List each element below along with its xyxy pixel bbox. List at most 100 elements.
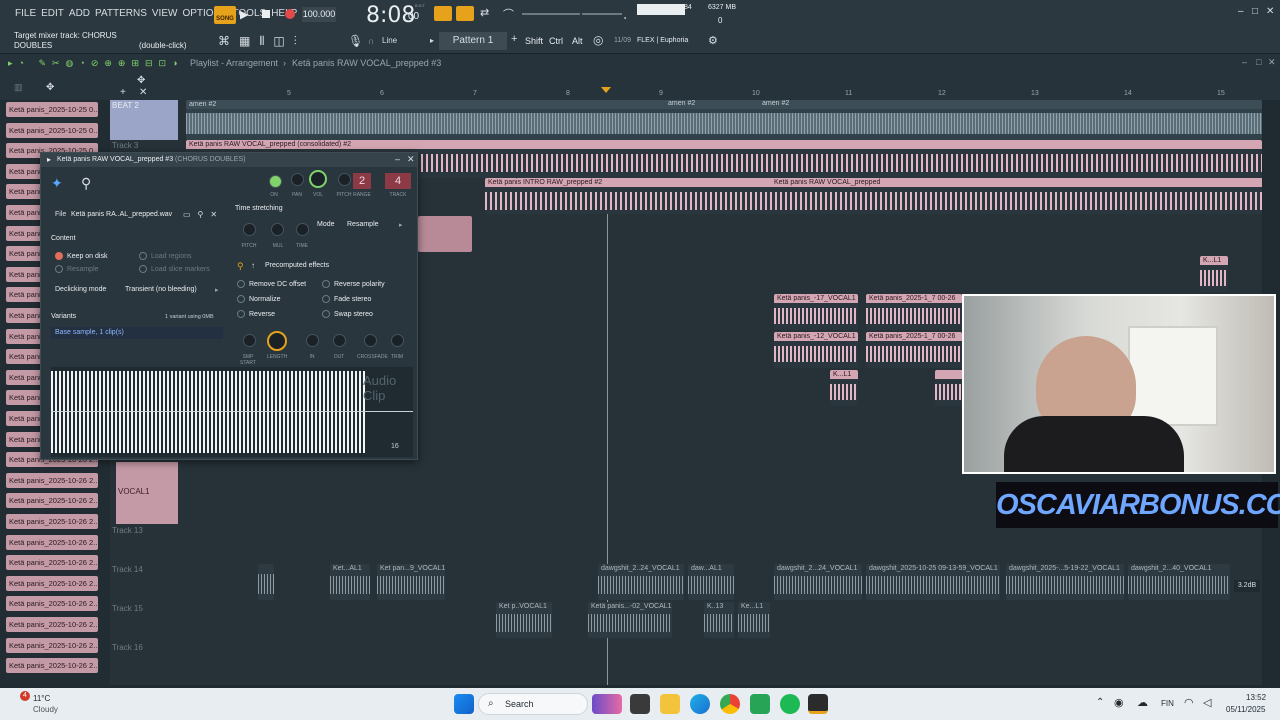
clip-k2025b[interactable]: Ketä panis_2025-1_7 00-26 xyxy=(866,332,962,368)
minimize-icon[interactable]: – xyxy=(1238,6,1244,17)
timeline-ruler[interactable]: ▥ ✥ + ✕ ✥ 5 6 7 8 9 10 11 12 13 14 15 xyxy=(0,74,1280,100)
breadcrumb-playlist[interactable]: Playlist - Arrangement xyxy=(190,58,278,68)
add-pattern-icon[interactable]: + xyxy=(511,33,517,45)
playlist-maximize-icon[interactable]: □ xyxy=(1256,57,1261,67)
clip-ke11[interactable]: Ke...L1 xyxy=(738,602,770,638)
taskbar-search[interactable]: ⌕ Search xyxy=(478,693,588,715)
track-display[interactable]: 4 xyxy=(385,173,411,189)
maximize-icon[interactable]: □ xyxy=(1252,6,1258,17)
stop-icon[interactable] xyxy=(262,10,270,18)
fx-remove-dc-radio[interactable] xyxy=(237,280,245,288)
clip-dawg1[interactable]: dawgshit_2..24_VOCAL1 xyxy=(598,564,684,600)
pan-knob[interactable] xyxy=(291,173,304,186)
source-clip-item[interactable]: Ketä panis_2025-10-25 0.. xyxy=(6,122,98,138)
chat-icon[interactable]: ◎ xyxy=(593,33,603,47)
range-display[interactable]: 2 xyxy=(353,173,371,189)
waveform-tab-icon[interactable]: ✦ xyxy=(51,175,63,192)
track-name-vocal1[interactable]: VOCAL1 xyxy=(118,487,150,496)
menu-view[interactable]: VIEW xyxy=(152,8,178,19)
spotify-icon[interactable] xyxy=(780,694,800,714)
clip-dawg4[interactable]: dawgshit_2025-10-25 09-13-59_VOCAL1 xyxy=(866,564,1000,600)
menu-edit[interactable]: EDIT xyxy=(41,8,64,19)
clip-kl1-b[interactable]: K...L1 xyxy=(830,370,858,406)
track-name-14[interactable]: Track 14 xyxy=(112,565,180,574)
clip-ketpan[interactable]: Ket pan...9_VOCAL1 xyxy=(377,564,445,600)
fl-studio-icon[interactable] xyxy=(808,694,828,714)
fx-normalize[interactable]: Normalize xyxy=(237,295,281,303)
declick-arrow-icon[interactable]: ▸ xyxy=(215,286,219,294)
countdown-icon[interactable] xyxy=(456,6,474,21)
menu-patterns[interactable]: PATTERNS xyxy=(95,8,147,19)
ruler-bars[interactable]: 5 6 7 8 9 10 11 12 13 14 15 xyxy=(186,74,1262,100)
track-name-beat[interactable]: BEAT 2 xyxy=(112,101,139,110)
clip-ketp[interactable]: Ket p..VOCAL1 xyxy=(496,602,552,638)
clip-amen-2[interactable]: amen #2 xyxy=(668,100,695,107)
clip-k13[interactable]: K..13 xyxy=(704,602,734,638)
load-slice-radio[interactable] xyxy=(139,265,147,273)
out-knob[interactable] xyxy=(333,334,346,347)
source-clip-item[interactable]: Ketä panis_2025-10-26 2.. xyxy=(6,514,98,529)
clip-k12[interactable]: Ketä panis_-12_VOCAL1 xyxy=(774,332,858,368)
clip-k17[interactable]: Ketä panis_-17_VOCAL1 xyxy=(774,294,858,330)
tray-chevron-icon[interactable]: ⌃ xyxy=(1096,697,1104,708)
tray-app-icon[interactable]: ◉ xyxy=(1114,696,1124,709)
magnet-icon[interactable]: ∩ xyxy=(368,36,374,46)
file-action-icons[interactable]: ▭⚲✕ xyxy=(183,210,224,219)
clip-dawg5[interactable]: dawgshit_2025-...5-19-22_VOCAL1 xyxy=(1006,564,1124,600)
playlist-close-icon[interactable]: ✕ xyxy=(1268,57,1276,68)
play-icon[interactable]: ▶ xyxy=(240,8,248,21)
clip-daw2[interactable]: daw...AL1 xyxy=(688,564,734,600)
snap-select[interactable]: Line xyxy=(382,36,397,45)
playhead-marker[interactable] xyxy=(601,87,611,93)
mode-arrow-icon[interactable]: ▸ xyxy=(399,221,403,229)
source-clip-item[interactable]: Ketä panis_2025-10-26 2.. xyxy=(6,472,98,488)
menu-file[interactable]: FILE xyxy=(15,8,36,19)
resample-radio[interactable] xyxy=(55,265,63,273)
clip-small-pink[interactable] xyxy=(418,216,472,252)
playlist-tool-icons[interactable]: ▸◔ ✎✂◍◔⊘⊕⊕⊞⊟⊡◑ xyxy=(8,58,184,69)
remove-icon[interactable]: ✕ xyxy=(139,87,147,98)
load-regions-option[interactable]: Load regions xyxy=(139,252,191,260)
move-icon[interactable]: ✥ xyxy=(46,82,54,93)
breadcrumb-clip[interactable]: Ketä panis RAW VOCAL_prepped #3 xyxy=(292,58,441,68)
microphone-icon[interactable]: 🎙 xyxy=(348,34,363,48)
clip-ket1[interactable]: Ket...AL1 xyxy=(330,564,370,600)
clip-ketpanis02[interactable]: Ketä panis...-02_VOCAL1 xyxy=(588,602,672,638)
fx-swap-stereo-radio[interactable] xyxy=(322,310,330,318)
wait-icon[interactable]: ⌒ xyxy=(503,6,514,22)
preset-name[interactable]: FLEX | Euphoria xyxy=(637,37,688,44)
add-track-icon[interactable]: + xyxy=(120,87,126,98)
stretch-pitch-knob[interactable] xyxy=(243,223,256,236)
track-name-3[interactable]: Track 3 xyxy=(112,141,180,150)
clip-kl1-c[interactable] xyxy=(935,370,963,406)
source-clip-item[interactable]: Ketä panis_2025-10-26 2.. xyxy=(6,658,98,674)
pitch-knob[interactable] xyxy=(338,173,351,186)
file-explorer-icon[interactable] xyxy=(660,694,680,714)
stretch-time-knob[interactable] xyxy=(296,223,309,236)
source-clip-item[interactable]: Ketä panis_2025-10-26 2.. xyxy=(6,534,98,550)
clip-amen-track[interactable]: amen #2 xyxy=(186,100,1262,140)
pattern-selector[interactable]: Pattern 1 xyxy=(439,32,507,50)
source-clip-item[interactable]: Ketä panis_2025-10-26 2.. xyxy=(6,555,98,571)
in-knob[interactable] xyxy=(306,334,319,347)
chrome-icon[interactable] xyxy=(720,694,740,714)
source-clip-item[interactable]: Ketä panis_2025-10-26 2.. xyxy=(6,493,98,509)
tempo-display[interactable]: 100.000 xyxy=(302,7,336,22)
source-clip-item[interactable]: Ketä panis_2025-10-25 0.. xyxy=(6,102,98,117)
fx-reverse-polarity[interactable]: Reverse polarity xyxy=(322,280,385,288)
volume-icon[interactable]: ◁ xyxy=(1203,696,1211,709)
declick-select[interactable]: Transient (no bleeding) xyxy=(125,286,197,293)
master-pitch-slider[interactable] xyxy=(582,13,622,15)
fx-reverse[interactable]: Reverse xyxy=(237,310,275,318)
menu-add[interactable]: ADD xyxy=(69,8,90,19)
fx-reverse-polarity-radio[interactable] xyxy=(322,280,330,288)
plugin-icon[interactable]: ⚙ xyxy=(708,34,718,47)
track-name-16[interactable]: Track 16 xyxy=(112,643,180,652)
track-name-15[interactable]: Track 15 xyxy=(112,604,180,613)
clip-kl1-a[interactable]: K...L1 xyxy=(1200,256,1228,292)
wifi-icon[interactable]: ◠ xyxy=(1184,696,1194,709)
trim-knob[interactable] xyxy=(391,334,404,347)
resample-option[interactable]: Resample xyxy=(55,265,99,273)
fx-reverse-radio[interactable] xyxy=(237,310,245,318)
picker-icon[interactable]: ▥ xyxy=(14,82,23,93)
